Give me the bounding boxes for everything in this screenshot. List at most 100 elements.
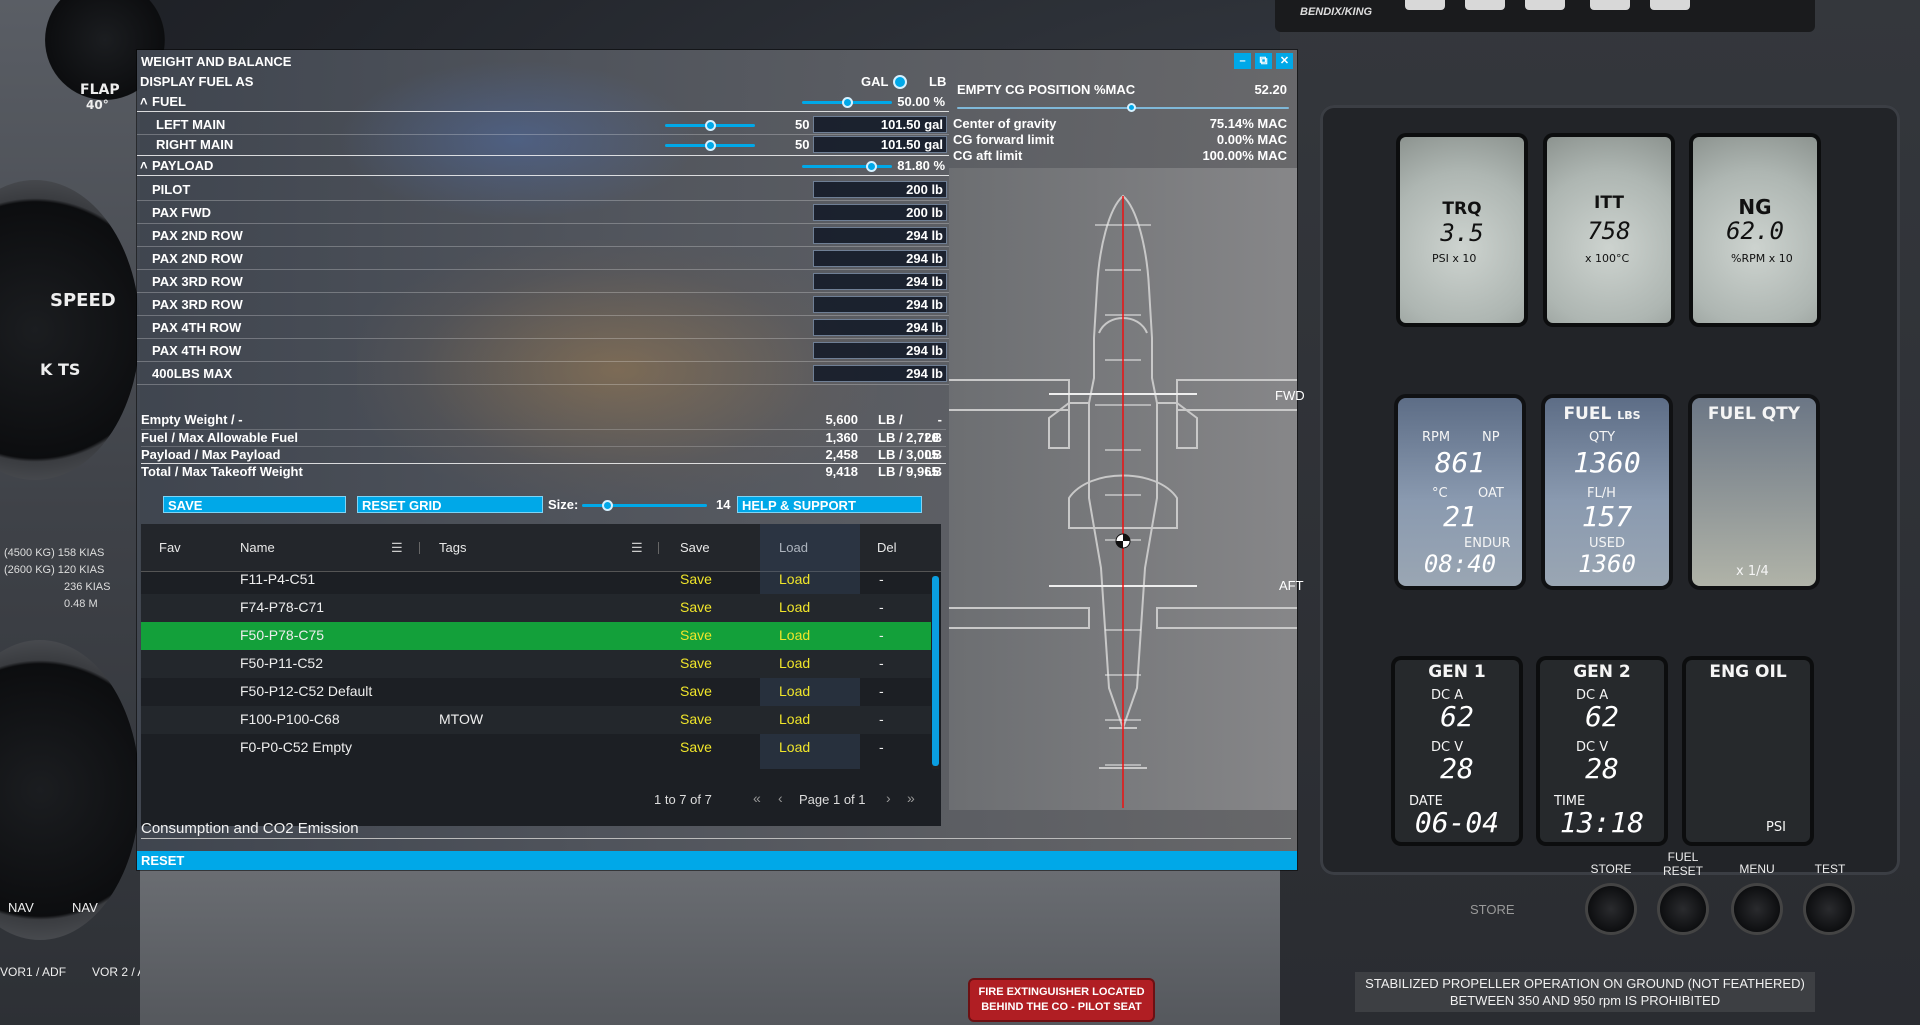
table-row[interactable]: F74-P78-C71 Save Load - [141, 594, 931, 622]
payload-station-input[interactable]: 200 lb [813, 204, 947, 221]
payload-section-header[interactable]: ˄ PAYLOAD 81.80 % [137, 156, 949, 176]
menu-knob[interactable] [1734, 886, 1780, 932]
size-slider[interactable] [582, 500, 707, 511]
slider-thumb[interactable] [866, 161, 877, 172]
load-link[interactable]: Load [779, 599, 810, 615]
radio-button[interactable] [1465, 0, 1505, 10]
store-knob[interactable] [1588, 886, 1634, 932]
save-link[interactable]: Save [680, 683, 712, 699]
payload-station-row: PAX 2ND ROW 294 lb [137, 224, 949, 247]
tank-slider[interactable] [665, 140, 755, 151]
slider-thumb[interactable] [705, 120, 716, 131]
used-value: 1360 [1578, 550, 1636, 578]
close-icon[interactable]: ✕ [1276, 53, 1293, 69]
table-row[interactable]: F50-P11-C52 Save Load - [141, 650, 931, 678]
radio-button[interactable] [1525, 0, 1565, 10]
save-link[interactable]: Save [680, 655, 712, 671]
cg-row-value: 0.00% MAC [1216, 132, 1287, 147]
save-link[interactable]: Save [680, 627, 712, 643]
table-row[interactable]: F0-P0-C52 Empty Save Load - [141, 734, 931, 762]
next-page-icon[interactable]: › [886, 790, 891, 806]
slider-thumb[interactable] [602, 500, 613, 511]
col-header-fav[interactable]: Fav [159, 540, 181, 555]
fuel-unit-toggle[interactable] [893, 75, 907, 89]
col-header-name[interactable]: Name [240, 540, 275, 555]
reset-button[interactable]: RESET [137, 851, 1297, 870]
last-page-icon[interactable]: » [907, 790, 915, 806]
table-row[interactable]: F50-P78-C75 Save Load - [141, 622, 931, 650]
store-button-label[interactable]: STORE [1470, 902, 1515, 917]
load-link[interactable]: Load [779, 571, 810, 587]
payload-station-input[interactable]: 294 lb [813, 342, 947, 359]
load-link[interactable]: Load [779, 627, 810, 643]
summary-max: LB [924, 464, 942, 479]
save-link[interactable]: Save [680, 711, 712, 727]
radio-button[interactable] [1405, 0, 1445, 10]
delete-link[interactable]: - [879, 711, 884, 727]
payload-station-input[interactable]: 200 lb [813, 181, 947, 198]
table-row[interactable]: F11-P4-C51 Save Load - [141, 566, 931, 594]
save-link[interactable]: Save [680, 739, 712, 755]
fuel-reset-knob[interactable] [1660, 886, 1706, 932]
payload-station-input[interactable]: 294 lb [813, 227, 947, 244]
slider-thumb[interactable] [705, 140, 716, 151]
payload-total-slider[interactable] [802, 161, 892, 172]
reset-grid-button[interactable]: RESET GRID [357, 496, 543, 513]
collapse-icon[interactable]: ˄ [140, 158, 148, 173]
tank-value-input[interactable]: 101.50 gal [813, 116, 947, 133]
collapse-icon[interactable]: ˄ [140, 94, 148, 109]
payload-station-input[interactable]: 294 lb [813, 250, 947, 267]
table-row[interactable]: F50-P12-C52 Default Save Load - [141, 678, 931, 706]
delete-link[interactable]: - [879, 655, 884, 671]
first-page-icon[interactable]: « [753, 790, 761, 806]
load-link[interactable]: Load [779, 655, 810, 671]
minimize-icon[interactable]: – [1234, 53, 1251, 69]
column-divider[interactable] [419, 542, 420, 554]
fuel-total-slider[interactable] [802, 97, 892, 108]
save-link[interactable]: Save [680, 571, 712, 587]
col-header-del[interactable]: Del [877, 540, 897, 555]
gen2-a-value: 62 [1585, 700, 1619, 733]
payload-station-input[interactable]: 294 lb [813, 365, 947, 382]
delete-link[interactable]: - [879, 627, 884, 643]
payload-station-input[interactable]: 294 lb [813, 273, 947, 290]
radio-button[interactable] [1590, 0, 1630, 10]
slider-thumb[interactable] [1127, 103, 1136, 112]
column-menu-icon[interactable]: ☰ [391, 540, 403, 556]
test-knob[interactable] [1806, 886, 1852, 932]
radio-button[interactable] [1650, 0, 1690, 10]
delete-link[interactable]: - [879, 571, 884, 587]
oat-value: 21 [1443, 500, 1477, 533]
payload-station-input[interactable]: 294 lb [813, 296, 947, 313]
delete-link[interactable]: - [879, 683, 884, 699]
load-link[interactable]: Load [779, 739, 810, 755]
delete-link[interactable]: - [879, 599, 884, 615]
save-button[interactable]: SAVE [163, 496, 346, 513]
col-header-tags[interactable]: Tags [439, 540, 466, 555]
torque-unit: PSI x 10 [1432, 252, 1477, 265]
payload-station-input[interactable]: 294 lb [813, 319, 947, 336]
delete-link[interactable]: - [879, 739, 884, 755]
empty-cg-row: EMPTY CG POSITION %MAC 52.20 [957, 82, 1289, 97]
window-titlebar[interactable]: WEIGHT AND BALANCE – ⧉ ✕ [137, 50, 1297, 72]
help-support-button[interactable]: HELP & SUPPORT [737, 496, 922, 513]
empty-cg-slider[interactable] [957, 103, 1289, 112]
summary-label: Total / Max Takeoff Weight [141, 464, 303, 479]
column-menu-icon[interactable]: ☰ [631, 540, 643, 556]
load-link[interactable]: Load [779, 711, 810, 727]
aircraft-outline-icon [949, 194, 1297, 808]
preset-name: F50-P78-C75 [240, 627, 325, 643]
save-link[interactable]: Save [680, 599, 712, 615]
col-header-save[interactable]: Save [680, 540, 710, 555]
consumption-section-label[interactable]: Consumption and CO2 Emission [141, 820, 359, 837]
tank-slider[interactable] [665, 120, 755, 131]
scrollbar-thumb[interactable] [932, 576, 939, 766]
slider-thumb[interactable] [842, 97, 853, 108]
column-divider[interactable] [658, 542, 659, 554]
tank-value-input[interactable]: 101.50 gal [813, 136, 947, 153]
popout-icon[interactable]: ⧉ [1255, 53, 1272, 69]
load-link[interactable]: Load [779, 683, 810, 699]
prev-page-icon[interactable]: ‹ [778, 790, 783, 806]
table-row[interactable]: F100-P100-C68 MTOW Save Load - [141, 706, 931, 734]
fuel-section-header[interactable]: ˄ FUEL 50.00 % [137, 92, 949, 112]
